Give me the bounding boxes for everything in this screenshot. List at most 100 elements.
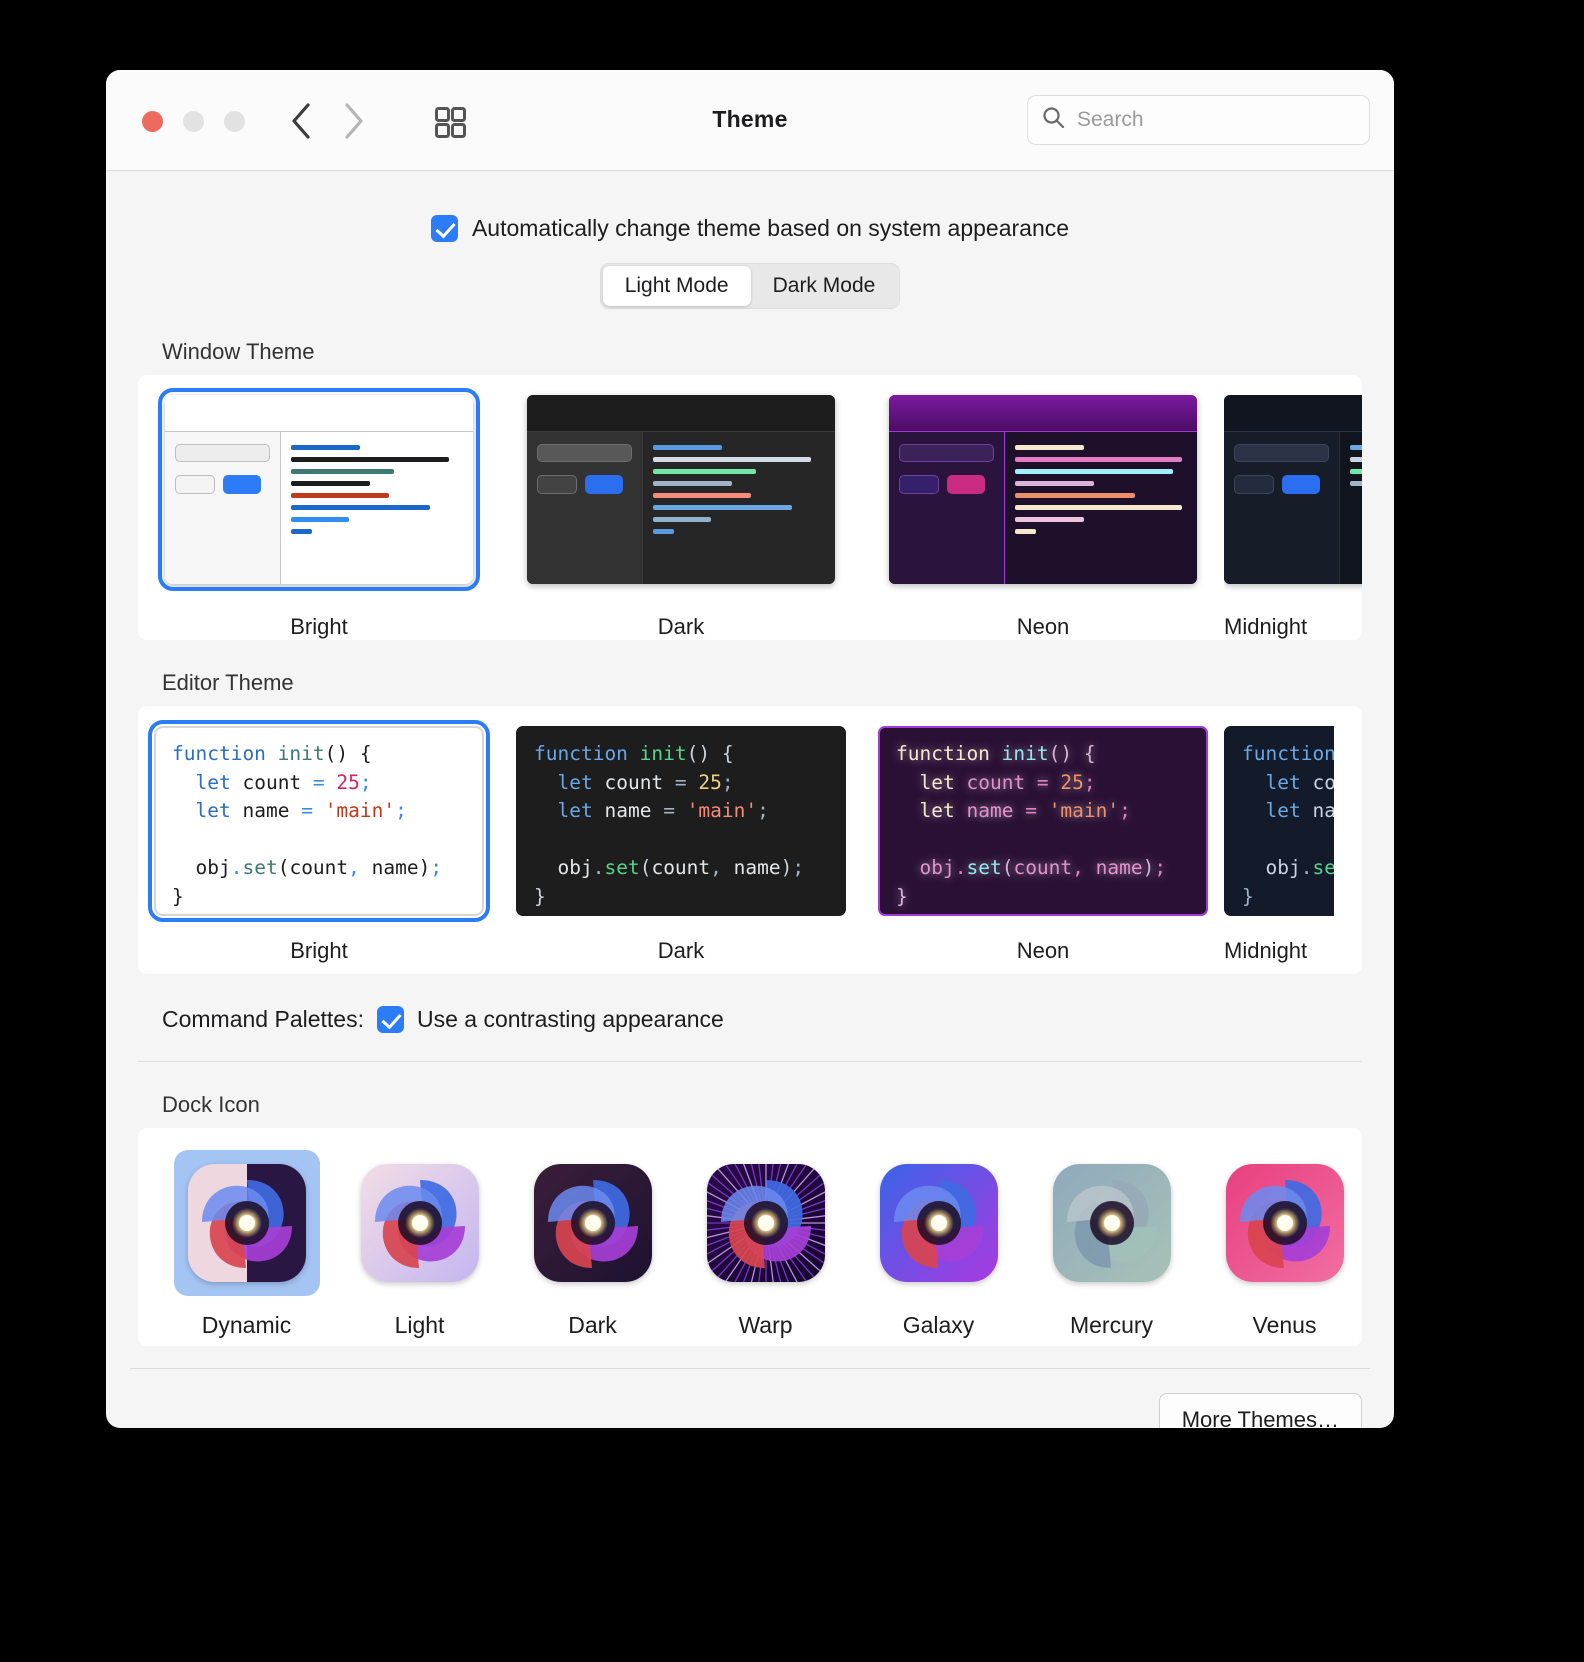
dock-icon-option[interactable]: Light	[333, 1150, 506, 1339]
preview-body	[889, 432, 1197, 584]
preview-buttons	[175, 475, 270, 494]
preview-code-line	[653, 469, 757, 474]
dock-icon-option[interactable]: Galaxy	[852, 1150, 1025, 1339]
preview-code-line	[653, 481, 733, 486]
preview-editor	[281, 432, 473, 584]
window-theme-list[interactable]: Bright Dark Neon Midnight	[138, 375, 1362, 640]
editor-theme-option[interactable]: function init() { let count = 25; let na…	[500, 726, 862, 974]
window-theme-label: Bright	[290, 614, 348, 639]
dock-icon-label: Light	[394, 1312, 445, 1338]
app-swirl-icon	[547, 1180, 638, 1268]
preview-titlebar	[889, 395, 1197, 432]
window-theme-preview[interactable]	[158, 388, 480, 591]
preview-editor	[1340, 432, 1362, 584]
dock-icon-hit-area[interactable]	[693, 1150, 839, 1296]
editor-theme-option[interactable]: function init() { let count = 25; let na…	[138, 720, 500, 974]
appearance-mode-row: Light Mode Dark Mode	[106, 263, 1394, 309]
more-themes-button[interactable]: More Themes…	[1158, 1393, 1362, 1428]
preview-text-field	[899, 444, 994, 462]
command-palettes-label: Command Palettes:	[162, 1006, 364, 1032]
preview-code-line	[1350, 445, 1362, 450]
preview-code-line	[653, 457, 812, 462]
search-field[interactable]: Search	[1027, 95, 1370, 145]
dock-icon-option[interactable]: Dynamic	[160, 1150, 333, 1339]
dock-icon-hit-area[interactable]	[520, 1150, 666, 1296]
appearance-segmented-control[interactable]: Light Mode Dark Mode	[599, 263, 901, 309]
preview-button-secondary	[175, 475, 215, 494]
footer: More Themes…	[106, 1369, 1394, 1428]
window-theme-option[interactable]: Dark	[500, 395, 862, 640]
preview-button-secondary	[537, 475, 577, 494]
preview-buttons	[899, 475, 994, 494]
auto-theme-row[interactable]: Automatically change theme based on syst…	[106, 215, 1394, 242]
dock-icon-label: Dark	[568, 1312, 617, 1338]
dock-icon-preview[interactable]	[1225, 1164, 1344, 1282]
preview-code-line	[291, 505, 431, 510]
dock-icon-hit-area[interactable]	[1212, 1150, 1358, 1296]
segment-dark-mode[interactable]: Dark Mode	[751, 266, 898, 306]
dock-icon-hit-area[interactable]	[347, 1150, 493, 1296]
preview-code-line	[653, 445, 722, 450]
preview-editor	[643, 432, 835, 584]
dock-icon-preview[interactable]	[187, 1164, 306, 1282]
window-theme-preview[interactable]	[527, 395, 835, 584]
dock-icon-preview[interactable]	[879, 1164, 998, 1282]
dock-icon-hit-area[interactable]	[173, 1150, 320, 1296]
preview-code-line	[291, 481, 371, 486]
window-theme-preview[interactable]	[889, 395, 1197, 584]
editor-theme-preview[interactable]: function init() { let count = 25; let na…	[516, 726, 846, 916]
window-theme-option[interactable]: Neon	[862, 395, 1224, 640]
preview-titlebar	[1224, 395, 1362, 432]
preview-code-line	[653, 505, 793, 510]
dock-icon-preview[interactable]	[1052, 1164, 1171, 1282]
window-theme-option[interactable]: Bright	[138, 388, 500, 640]
preview-button-secondary	[899, 475, 939, 494]
preview-button-primary	[1282, 475, 1320, 494]
preview-sidebar	[1224, 432, 1340, 584]
preview-code-line	[1015, 481, 1095, 486]
editor-theme-option[interactable]: function init() { let count = 25; let na…	[1224, 726, 1334, 974]
dock-icon-list[interactable]: Dynamic Light Dark Warp Galaxy Mercury V…	[138, 1128, 1362, 1346]
preview-body	[165, 432, 473, 584]
contrasting-appearance-checkbox[interactable]	[376, 1006, 404, 1033]
preview-code-line	[1015, 445, 1084, 450]
auto-theme-checkbox[interactable]	[430, 215, 458, 242]
preview-code-line	[653, 493, 752, 498]
dock-icon-option[interactable]: Venus	[1198, 1150, 1362, 1339]
editor-theme-preview[interactable]: function init() { let count = 25; let na…	[148, 720, 490, 922]
app-swirl-icon	[706, 1164, 825, 1282]
dock-icon-hit-area[interactable]	[1039, 1150, 1185, 1296]
preview-code-line	[1015, 505, 1182, 510]
dock-icon-hit-area[interactable]	[866, 1150, 1012, 1296]
window-theme-label: Neon	[1016, 614, 1070, 639]
dock-icon-preview[interactable]	[533, 1164, 652, 1282]
dock-icon-preview[interactable]	[360, 1164, 479, 1282]
editor-theme-preview[interactable]: function init() { let count = 25; let na…	[878, 726, 1208, 916]
dock-icon-option[interactable]: Mercury	[1025, 1150, 1198, 1339]
editor-theme-heading: Editor Theme	[162, 670, 294, 695]
preview-sidebar	[889, 432, 1005, 584]
preview-buttons	[1234, 475, 1329, 494]
dock-icon-option[interactable]: Warp	[679, 1150, 852, 1339]
preview-text-field	[537, 444, 632, 462]
window-theme-label: Dark	[657, 614, 705, 639]
dock-icon-label: Warp	[738, 1312, 793, 1338]
preview-button-secondary	[1234, 475, 1274, 494]
window-theme-preview[interactable]	[1224, 395, 1362, 584]
dock-icon-preview[interactable]	[706, 1164, 825, 1282]
preview-code-line	[1350, 457, 1362, 462]
segment-light-mode[interactable]: Light Mode	[602, 266, 751, 306]
dock-icon-label: Dynamic	[201, 1312, 292, 1338]
preview-code-line	[1015, 469, 1174, 474]
preview-code-line	[1350, 469, 1362, 474]
editor-theme-label: Midnight	[1224, 938, 1308, 963]
editor-theme-panel: function init() { let count = 25; let na…	[138, 706, 1362, 974]
editor-theme-list[interactable]: function init() { let count = 25; let na…	[138, 706, 1362, 974]
window-theme-option[interactable]: Midnight	[1224, 395, 1362, 640]
app-swirl-icon	[1066, 1180, 1157, 1268]
preview-sidebar	[165, 432, 281, 584]
editor-theme-option[interactable]: function init() { let count = 25; let na…	[862, 726, 1224, 974]
editor-theme-label: Dark	[657, 938, 705, 963]
editor-theme-preview[interactable]: function init() { let count = 25; let na…	[1224, 726, 1334, 916]
dock-icon-option[interactable]: Dark	[506, 1150, 679, 1339]
